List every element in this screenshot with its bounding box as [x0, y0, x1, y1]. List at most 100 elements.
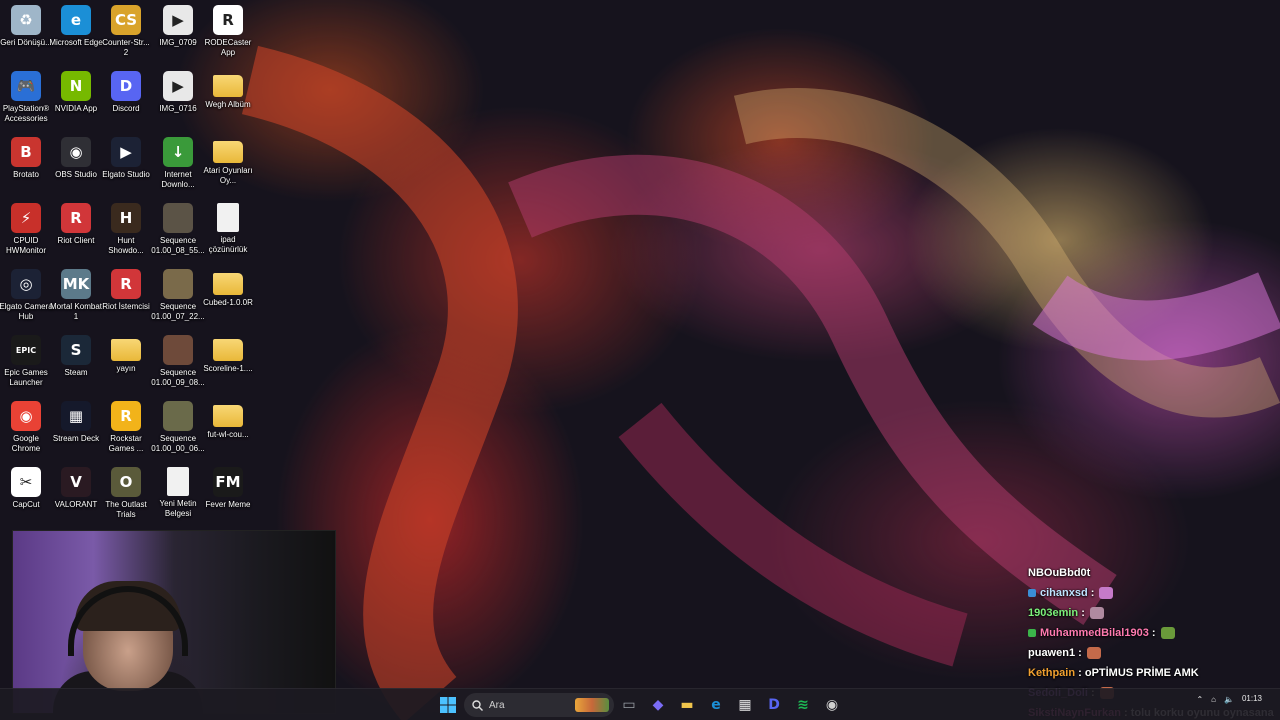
task-view-icon: ▭ — [622, 697, 636, 713]
taskbar-search[interactable] — [464, 693, 614, 717]
search-input[interactable] — [489, 699, 569, 711]
desktop-icon[interactable]: Sequence 01.00_08_55... — [151, 200, 205, 262]
folder-icon — [213, 75, 243, 97]
desktop-icon-label: PlayStation® Accessories — [2, 104, 50, 123]
desktop-icon-label: Brotato — [13, 170, 39, 179]
desktop-icon[interactable]: ◎ Elgato Camera Hub — [0, 266, 53, 328]
desktop-icon[interactable]: ♻ Geri Dönüşü... — [0, 2, 52, 64]
desktop-icon-label: Steam — [64, 368, 88, 377]
chevron-up-icon[interactable]: ⌃ — [1196, 695, 1203, 704]
desktop-icon[interactable]: Sequence 01.00_09_08... — [151, 332, 205, 394]
taskbar-app-button[interactable]: ▭ — [616, 693, 642, 717]
rockstar-icon: R — [111, 401, 141, 431]
desktop-icon[interactable]: ▶ Elgato Studio — [100, 134, 152, 196]
volume-icon[interactable]: 🔈 — [1224, 695, 1234, 704]
network-icon[interactable]: ⌂ — [1211, 695, 1216, 704]
recycle-bin-icon: ♻ — [11, 5, 41, 35]
taskbar-app-button[interactable]: ◆ — [645, 693, 671, 717]
desktop-icon-label: Atari Oyunları Oy... — [203, 166, 253, 185]
desktop-icon[interactable]: Yeni Metin Belgesi — [152, 464, 204, 526]
taskbar-app-button[interactable]: D — [761, 693, 787, 717]
desktop-icon[interactable]: MK Mortal Kombat 1 — [50, 266, 102, 328]
desktop-icon[interactable]: ▦ Stream Deck — [50, 398, 102, 460]
desktop-icon[interactable]: R RODECaster App — [202, 2, 254, 64]
elgato-studio-icon: ▶ — [111, 137, 141, 167]
desktop-icon-label: Fever Meme — [205, 500, 251, 509]
desktop-icon[interactable]: Sequence 01.00_07_22... — [151, 266, 205, 328]
desktop-icon[interactable]: ↓ Internet Downlo... — [152, 134, 204, 196]
brotato-icon: B — [11, 137, 41, 167]
desktop-icon[interactable]: R Riot İstemcisi — [100, 266, 152, 328]
desktop-icon[interactable]: CS Counter-Str... 2 — [100, 2, 152, 64]
rodecaster-icon: R — [213, 5, 243, 35]
start-button[interactable] — [435, 693, 461, 717]
discord-icon: D — [111, 71, 141, 101]
image-thumbnail-icon — [163, 335, 193, 365]
desktop-icon[interactable]: ipad çözünürlük — [202, 200, 254, 262]
desktop-icon[interactable]: B Brotato — [0, 134, 52, 196]
desktop-icon-label: Internet Downlo... — [161, 170, 195, 189]
obs-icon: ◉ — [825, 697, 839, 713]
epic-games-icon: EPIC — [11, 335, 41, 365]
taskbar-app-button[interactable]: ≋ — [790, 693, 816, 717]
taskbar-app-button[interactable]: ◉ — [819, 693, 845, 717]
image-thumbnail-icon — [163, 401, 193, 431]
desktop-icon[interactable]: FM Fever Meme — [202, 464, 254, 526]
microsoft-store-icon: ▦ — [738, 697, 752, 713]
desktop-icon[interactable]: H Hunt Showdo... — [100, 200, 152, 262]
desktop-icon-label: Wegh Albüm — [205, 100, 251, 109]
desktop-icon-label: NVIDIA App — [54, 104, 98, 113]
desktop-icon-label: Elgato Camera Hub — [0, 302, 53, 321]
chat-separator: : — [1087, 587, 1098, 599]
desktop-icon[interactable]: O The Outlast Trials — [100, 464, 152, 526]
chat-message: 1903emin : — [1028, 603, 1278, 623]
desktop-icon[interactable]: Wegh Albüm — [202, 68, 254, 130]
chat-badge-icon — [1028, 589, 1036, 598]
chat-message: Kethpain : oPTİMUS PRİME AMK — [1028, 663, 1278, 683]
taskbar-app-button[interactable]: ▦ — [732, 693, 758, 717]
desktop-icon-label: IMG_0709 — [159, 38, 197, 47]
file-explorer-icon: ▬ — [680, 697, 694, 713]
playstation-icon: 🎮 — [11, 71, 41, 101]
chrome-icon: ◉ — [11, 401, 41, 431]
desktop-icon[interactable]: R Rockstar Games ... — [100, 398, 152, 460]
elgato-camera-hub-icon: ◎ — [11, 269, 41, 299]
desktop-icon[interactable]: ▶ IMG_0709 — [152, 2, 204, 64]
taskbar-app-button[interactable]: ▬ — [674, 693, 700, 717]
desktop-icon[interactable]: Cubed-1.0.0R — [202, 266, 254, 328]
desktop-icon-label: Discord — [112, 104, 140, 113]
desktop-icon[interactable]: D Discord — [100, 68, 152, 130]
image-thumbnail-icon — [163, 203, 193, 233]
folder-icon — [213, 405, 243, 427]
desktop-icon[interactable]: Sequence 01.00_00_06... — [151, 398, 205, 460]
desktop-icon[interactable]: ◉ Google Chrome — [0, 398, 52, 460]
desktop-icon[interactable]: N NVIDIA App — [50, 68, 102, 130]
desktop-icon[interactable]: ⚡ CPUID HWMonitor — [0, 200, 52, 262]
desktop-icon[interactable]: S Steam — [50, 332, 102, 394]
taskbar-app-button[interactable]: e — [703, 693, 729, 717]
desktop-icon[interactable]: ✂ CapCut — [0, 464, 52, 526]
desktop-icon[interactable]: 🎮 PlayStation® Accessories — [0, 68, 52, 130]
desktop-icon[interactable]: R Riot Client — [50, 200, 102, 262]
folder-icon — [111, 339, 141, 361]
desktop-icon[interactable]: EPIC Epic Games Launcher — [0, 332, 52, 394]
clock[interactable]: 01:13 — [1242, 694, 1262, 704]
stream-deck-icon: ▦ — [61, 401, 91, 431]
desktop-icon[interactable]: e Microsoft Edge — [49, 2, 103, 64]
desktop-icon[interactable]: Scoreline-1.... — [202, 332, 254, 394]
desktop-icon-label: Microsoft Edge — [49, 38, 103, 47]
chat-message: NBOuBbd0t — [1028, 563, 1278, 583]
desktop-icon-label: Riot Client — [57, 236, 95, 245]
chat-emote-icon — [1086, 647, 1101, 660]
chat-username: cihanxsd — [1040, 587, 1088, 599]
desktop-icon[interactable]: fut-wl-cou... — [202, 398, 254, 460]
desktop-icon[interactable]: yayın — [100, 332, 152, 394]
desktop-icon[interactable]: V VALORANT — [50, 464, 102, 526]
desktop-icon[interactable]: ◉ OBS Studio — [50, 134, 102, 196]
desktop-icon-label: Cubed-1.0.0R — [203, 298, 253, 307]
desktop-icon[interactable]: Atari Oyunları Oy... — [202, 134, 254, 196]
fever-meme-icon: FM — [213, 467, 243, 497]
desktop-icon[interactable]: ▶ IMG_0716 — [152, 68, 204, 130]
chat-message: MuhammedBilal1903 : — [1028, 623, 1278, 643]
chat-message: cihanxsd : — [1028, 583, 1278, 603]
